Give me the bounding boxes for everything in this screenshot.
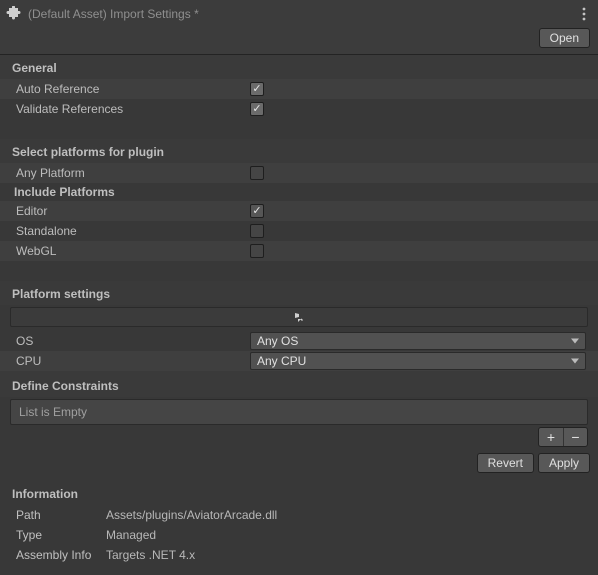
row-platform-webgl: WebGL <box>0 241 598 261</box>
plugin-icon <box>6 6 22 22</box>
info-type-value: Managed <box>106 528 156 542</box>
apply-button[interactable]: Apply <box>538 453 590 473</box>
os-value: Any OS <box>257 334 298 348</box>
editor-tab-icon <box>293 311 305 323</box>
section-general-header: General <box>0 55 598 79</box>
constraints-list-empty: List is Empty <box>10 399 588 425</box>
information-block: Information Path Assets/plugins/AviatorA… <box>0 481 598 575</box>
info-path-value: Assets/plugins/AviatorArcade.dll <box>106 508 277 522</box>
revert-button[interactable]: Revert <box>477 453 534 473</box>
remove-constraint-button[interactable]: − <box>563 428 587 446</box>
info-row-type: Type Managed <box>12 525 586 545</box>
auto-reference-label: Auto Reference <box>16 82 250 96</box>
info-row-assembly: Assembly Info Targets .NET 4.x <box>12 545 586 565</box>
os-dropdown[interactable]: Any OS <box>250 332 586 350</box>
row-cpu: CPU Any CPU <box>0 351 598 371</box>
row-any-platform: Any Platform <box>0 163 598 183</box>
chevron-down-icon <box>571 359 579 364</box>
information-header: Information <box>12 487 586 501</box>
check-icon: ✓ <box>252 206 261 217</box>
info-assembly-label: Assembly Info <box>16 548 106 562</box>
row-platform-editor: Editor ✓ <box>0 201 598 221</box>
info-assembly-value: Targets .NET 4.x <box>106 548 195 562</box>
panel-menu-button[interactable] <box>576 6 592 22</box>
cpu-value: Any CPU <box>257 354 306 368</box>
row-os: OS Any OS <box>0 331 598 351</box>
cpu-dropdown[interactable]: Any CPU <box>250 352 586 370</box>
check-icon: ✓ <box>252 84 261 95</box>
platform-tabstrip[interactable] <box>10 307 588 327</box>
check-icon: ✓ <box>252 104 261 115</box>
section-define-constraints-header: Define Constraints <box>0 371 598 397</box>
platform-standalone-label: Standalone <box>16 224 250 238</box>
info-path-label: Path <box>16 508 106 522</box>
cpu-label: CPU <box>16 354 250 368</box>
platform-editor-checkbox[interactable]: ✓ <box>250 204 264 218</box>
open-row: Open <box>0 24 598 55</box>
platform-standalone-checkbox[interactable] <box>250 224 264 238</box>
section-select-platforms-header: Select platforms for plugin <box>0 139 598 163</box>
info-type-label: Type <box>16 528 106 542</box>
constraints-list-buttons: + − <box>0 427 598 447</box>
panel-title: (Default Asset) Import Settings * <box>28 7 576 21</box>
row-platform-standalone: Standalone <box>0 221 598 241</box>
row-validate-references: Validate References ✓ <box>0 99 598 119</box>
info-row-path: Path Assets/plugins/AviatorArcade.dll <box>12 505 586 525</box>
include-platforms-header: Include Platforms <box>0 183 598 201</box>
os-label: OS <box>16 334 250 348</box>
chevron-down-icon <box>571 339 579 344</box>
revert-apply-row: Revert Apply <box>0 447 598 481</box>
platform-webgl-checkbox[interactable] <box>250 244 264 258</box>
auto-reference-checkbox[interactable]: ✓ <box>250 82 264 96</box>
section-platform-settings-header: Platform settings <box>0 281 598 305</box>
open-button[interactable]: Open <box>539 28 590 48</box>
any-platform-label: Any Platform <box>16 166 250 180</box>
row-auto-reference: Auto Reference ✓ <box>0 79 598 99</box>
any-platform-checkbox[interactable] <box>250 166 264 180</box>
platform-webgl-label: WebGL <box>16 244 250 258</box>
import-settings-panel: (Default Asset) Import Settings * Open G… <box>0 0 598 575</box>
validate-references-checkbox[interactable]: ✓ <box>250 102 264 116</box>
platform-editor-label: Editor <box>16 204 250 218</box>
add-constraint-button[interactable]: + <box>539 428 563 446</box>
panel-header: (Default Asset) Import Settings * <box>0 0 598 24</box>
validate-references-label: Validate References <box>16 102 250 116</box>
